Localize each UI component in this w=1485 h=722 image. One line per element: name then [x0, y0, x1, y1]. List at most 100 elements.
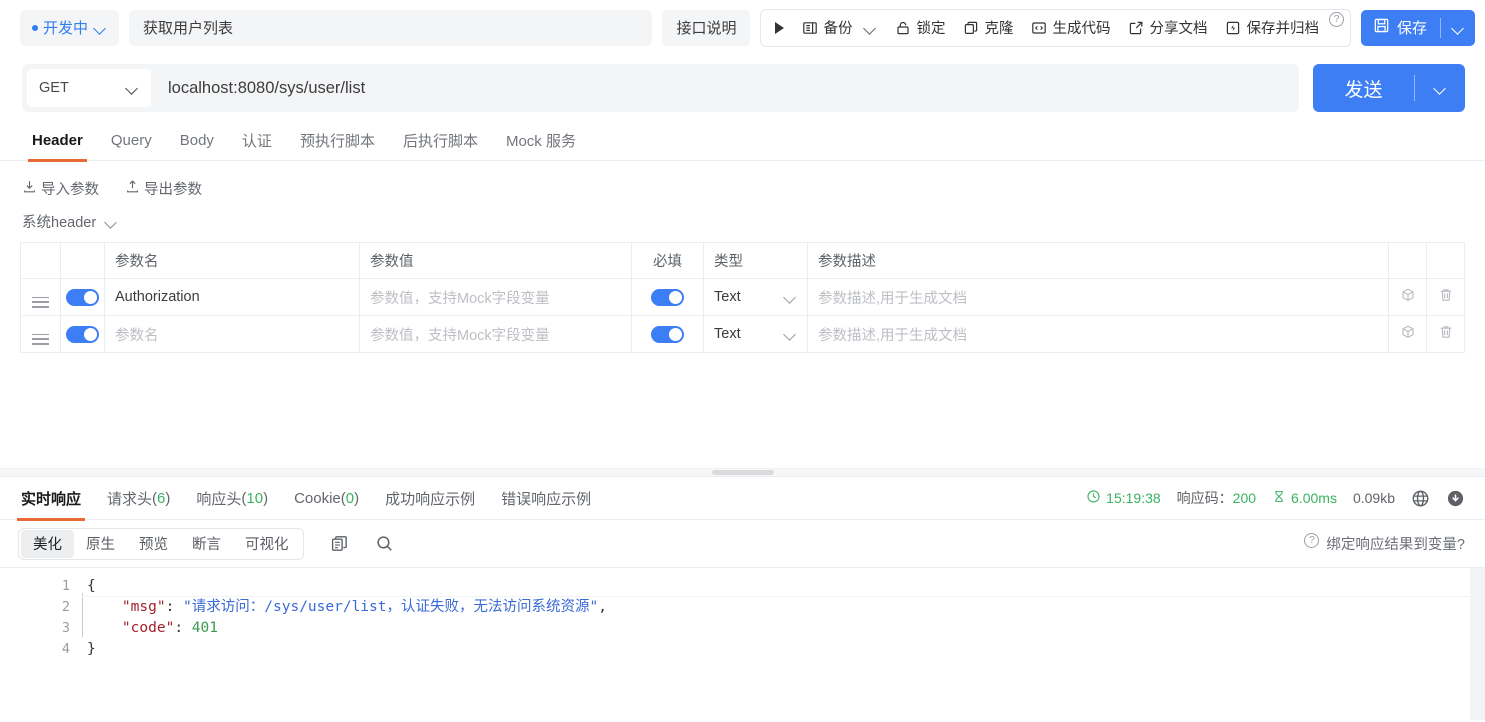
export-icon: [125, 179, 140, 198]
rtab-request-headers[interactable]: 请求头(6): [94, 477, 183, 520]
tab-auth[interactable]: 认证: [228, 121, 286, 161]
enable-toggle[interactable]: [66, 288, 99, 306]
send-chevron-down-icon[interactable]: [1433, 81, 1447, 95]
row-mock-cell[interactable]: [1388, 278, 1427, 316]
row-enable-cell[interactable]: [60, 278, 105, 316]
copy-icon[interactable]: [330, 534, 349, 553]
drag-handle-icon[interactable]: [32, 296, 49, 308]
format-assert[interactable]: 断言: [180, 530, 233, 558]
resize-grip[interactable]: [711, 470, 774, 475]
response-json-content[interactable]: { "msg": "请求访问：/sys/user/list，认证失败，无法访问系…: [82, 568, 1485, 720]
help-icon[interactable]: ?: [1328, 11, 1344, 27]
send-button[interactable]: 发送: [1313, 64, 1465, 112]
rtab-label: 请求头: [107, 490, 153, 508]
code-first-line-divider: [82, 596, 1471, 597]
param-desc-placeholder: 参数描述,用于生成文档: [818, 290, 968, 307]
backup-button[interactable]: 备份: [794, 13, 885, 43]
url-input[interactable]: [151, 77, 1294, 99]
response-format-toolbar: 美化 原生 预览 断言 可视化 ? 绑定响应结果到变量?: [0, 520, 1485, 568]
row-required-cell[interactable]: [631, 315, 704, 353]
trash-icon[interactable]: [1438, 287, 1454, 303]
param-name-placeholder: 参数名: [115, 327, 159, 344]
json-colon: :: [174, 620, 192, 636]
chevron-down-icon: [783, 327, 797, 341]
param-value-placeholder: 参数值，支持Mock字段变量: [370, 290, 550, 307]
th-description: 参数描述: [807, 242, 1389, 279]
tab-query[interactable]: Query: [97, 121, 166, 161]
response-time-value: 15:19:38: [1106, 490, 1161, 506]
row-drag-cell[interactable]: [20, 315, 61, 353]
tab-body[interactable]: Body: [166, 121, 228, 161]
globe-icon[interactable]: [1411, 489, 1430, 508]
rtab-live-response[interactable]: 实时响应: [8, 477, 94, 521]
required-toggle[interactable]: [651, 288, 684, 306]
row-param-name[interactable]: Authorization: [104, 278, 360, 316]
save-chevron-down-icon[interactable]: [1451, 21, 1465, 35]
tab-label: Body: [179, 132, 214, 149]
trash-icon[interactable]: [1438, 324, 1454, 340]
row-description[interactable]: 参数描述,用于生成文档: [807, 278, 1389, 316]
param-actions-row: 导入参数 导出参数: [0, 161, 1485, 203]
row-param-value[interactable]: 参数值，支持Mock字段变量: [359, 315, 632, 353]
tab-post-script[interactable]: 后执行脚本: [389, 121, 492, 161]
tab-label: Query: [110, 132, 152, 149]
response-size: 0.09kb: [1352, 490, 1395, 506]
import-params-label: 导入参数: [41, 182, 99, 198]
rtab-success-example[interactable]: 成功响应示例: [372, 477, 488, 520]
rtab-error-example[interactable]: 错误响应示例: [488, 477, 604, 520]
cube-icon[interactable]: [1400, 324, 1416, 340]
generate-code-button[interactable]: 生成代码: [1023, 13, 1118, 43]
row-param-value[interactable]: 参数值，支持Mock字段变量: [359, 278, 632, 316]
rtab-count: 0: [345, 489, 355, 507]
share-doc-button[interactable]: 分享文档: [1120, 13, 1215, 43]
row-param-name[interactable]: 参数名: [104, 315, 360, 353]
format-beautify[interactable]: 美化: [21, 529, 74, 558]
save-button[interactable]: 保存: [1360, 9, 1475, 46]
tab-pre-script[interactable]: 预执行脚本: [286, 121, 389, 161]
format-preview[interactable]: 预览: [127, 530, 180, 558]
system-header-toggle[interactable]: 系统header: [0, 203, 140, 242]
row-delete-cell[interactable]: [1426, 278, 1465, 316]
run-button[interactable]: [767, 13, 792, 43]
required-toggle[interactable]: [651, 325, 684, 343]
request-tabs: Header Query Body 认证 预执行脚本 后执行脚本 Mock 服务: [0, 121, 1485, 162]
search-icon[interactable]: [375, 534, 394, 553]
drag-handle-icon[interactable]: [32, 333, 49, 345]
format-raw[interactable]: 原生: [74, 530, 127, 558]
api-name-input[interactable]: [129, 9, 653, 46]
http-method-select[interactable]: GET: [27, 69, 151, 107]
rtab-cookie[interactable]: Cookie(0): [281, 477, 372, 520]
import-params-button[interactable]: 导入参数: [22, 178, 99, 199]
format-icon-group: [330, 534, 394, 553]
download-icon[interactable]: [1446, 489, 1465, 508]
row-delete-cell[interactable]: [1426, 315, 1465, 353]
bind-response-variable[interactable]: ? 绑定响应结果到变量?: [1304, 533, 1465, 554]
row-type-cell[interactable]: Text: [703, 315, 808, 353]
tab-mock-service[interactable]: Mock 服务: [492, 121, 590, 161]
header-toolbar-group: 备份 锁定 克隆 生成代码 分享文档 保存并归档 ?: [760, 8, 1351, 47]
api-status-dropdown[interactable]: 开发中: [20, 9, 120, 46]
row-description[interactable]: 参数描述,用于生成文档: [807, 315, 1389, 353]
row-type-cell[interactable]: Text: [703, 278, 808, 316]
cube-icon[interactable]: [1400, 287, 1416, 303]
backup-icon: [802, 20, 818, 36]
save-archive-button[interactable]: 保存并归档: [1217, 13, 1327, 43]
row-required-cell[interactable]: [631, 278, 704, 316]
help-icon[interactable]: ?: [1304, 533, 1320, 548]
row-mock-cell[interactable]: [1388, 315, 1427, 353]
param-value-placeholder: 参数值，支持Mock字段变量: [370, 327, 550, 344]
row-drag-cell[interactable]: [20, 278, 61, 316]
row-enable-cell[interactable]: [60, 315, 105, 353]
response-body-viewer: 1 2 3 4 { "msg": "请求访问：/sys/user/list，认证…: [0, 568, 1485, 720]
tab-header[interactable]: Header: [18, 121, 97, 162]
clone-button[interactable]: 克隆: [955, 13, 1021, 43]
format-visualize[interactable]: 可视化: [233, 530, 301, 558]
lock-button[interactable]: 锁定: [887, 13, 953, 43]
enable-toggle[interactable]: [66, 325, 99, 343]
api-doc-button[interactable]: 接口说明: [662, 9, 751, 46]
api-doc-label: 接口说明: [676, 20, 737, 37]
th-drag: [20, 242, 61, 279]
rtab-response-headers[interactable]: 响应头(10): [183, 477, 281, 520]
export-params-button[interactable]: 导出参数: [125, 178, 202, 199]
backup-chevron-down-icon[interactable]: [863, 21, 877, 35]
